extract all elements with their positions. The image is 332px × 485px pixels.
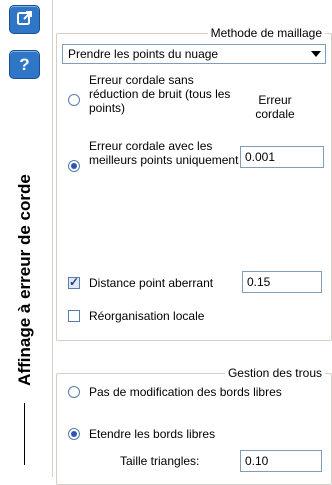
radio-label-chordal-no-noise: Erreur cordale sans réduction de bruit (… [89, 73, 231, 115]
triangle-size-input[interactable]: 0.10 [240, 450, 322, 472]
local-reorganization-checkbox[interactable] [68, 310, 80, 322]
radio-chordal-no-noise-reduction[interactable] [68, 94, 80, 106]
local-reorganization-label: Réorganisation locale [89, 309, 205, 323]
chordal-error-input[interactable]: 0.001 [240, 146, 324, 168]
radio-chordal-best-points[interactable] [68, 160, 80, 172]
meshing-method-title: Methode de maillage [207, 26, 325, 40]
method-select-value: Prendre les points du nuage [68, 47, 219, 61]
help-button[interactable]: ? [9, 50, 40, 79]
method-select[interactable]: Prendre les points du nuage [62, 44, 326, 64]
radio-label-chordal-best-points: Erreur cordale avec les meilleurs points… [89, 139, 239, 167]
outlier-distance-label: Distance point aberrant [89, 276, 214, 290]
radio-label-no-free-edge-change: Pas de modification des bords libres [89, 385, 282, 399]
chordal-error-label: Erreur cordale [255, 93, 295, 121]
triangle-size-label: Taille triangles: [120, 454, 200, 468]
chevron-down-icon [310, 48, 322, 60]
left-strip: ? Affinage à erreur de corde [0, 0, 53, 477]
radio-no-free-edge-change[interactable] [68, 386, 80, 398]
holes-management-title: Gestion des trous [224, 366, 325, 380]
external-link-icon [16, 9, 34, 30]
panel-title-vertical: Affinage à erreur de corde [15, 174, 34, 386]
radio-extend-free-edges[interactable] [68, 428, 80, 440]
outlier-distance-input[interactable]: 0.15 [242, 271, 322, 293]
title-divider [24, 403, 25, 465]
help-icon: ? [19, 54, 30, 74]
outlier-distance-checkbox[interactable] [68, 275, 80, 289]
radio-label-extend-free-edges: Etendre les bords libres [89, 427, 216, 441]
external-link-button[interactable] [9, 5, 40, 34]
